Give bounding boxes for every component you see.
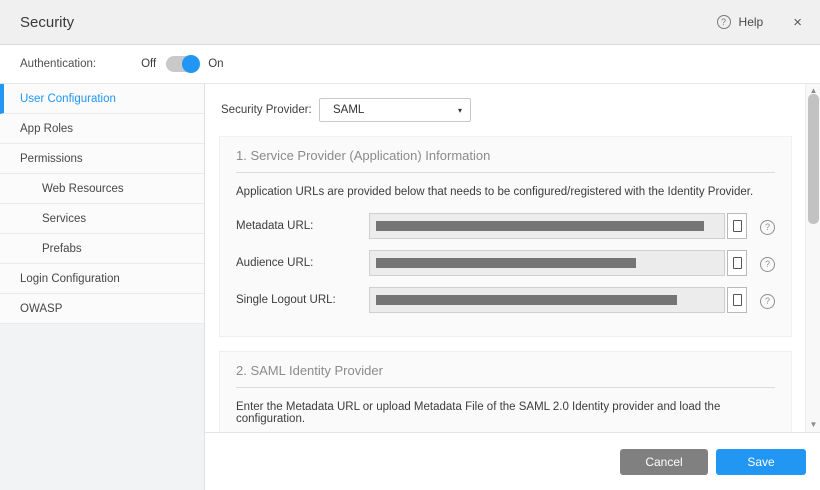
- section-description: Application URLs are provided below that…: [236, 186, 775, 198]
- metadata-url-label: Metadata URL:: [236, 220, 369, 232]
- cancel-button[interactable]: Cancel: [620, 449, 708, 475]
- sidebar-item-user-configuration[interactable]: User Configuration: [0, 84, 204, 114]
- scroll-down-icon[interactable]: ▼: [806, 418, 820, 432]
- url-fields: Metadata URL: ? Audience URL:: [236, 213, 775, 313]
- dialog-titlebar: Security ? Help ×: [0, 0, 820, 45]
- copy-icon[interactable]: [727, 213, 747, 239]
- section-description: Enter the Metadata URL or upload Metadat…: [236, 401, 775, 425]
- help-icon: ?: [760, 294, 775, 309]
- sidebar-item-prefabs[interactable]: Prefabs: [0, 234, 204, 264]
- metadata-url-field[interactable]: [369, 213, 725, 239]
- sidebar-item-services[interactable]: Services: [0, 204, 204, 234]
- help-link[interactable]: Help: [739, 15, 764, 29]
- clipboard-icon: [733, 220, 742, 232]
- page-title: Security: [20, 14, 74, 31]
- chevron-down-icon: ▾: [458, 106, 462, 115]
- help-icon: ?: [760, 257, 775, 272]
- dialog-body: User Configuration App Roles Permissions…: [0, 84, 820, 490]
- authentication-toggle[interactable]: [166, 56, 198, 72]
- clipboard-icon: [733, 294, 742, 306]
- single-logout-url-row: Single Logout URL: ?: [236, 287, 775, 313]
- clipboard-icon: [733, 257, 742, 269]
- security-provider-value: SAML: [333, 104, 458, 116]
- toggle-off-label: Off: [141, 58, 156, 70]
- audience-url-label: Audience URL:: [236, 257, 369, 269]
- audience-url-field[interactable]: [369, 250, 725, 276]
- titlebar-actions: ? Help ×: [717, 15, 802, 30]
- sidebar-item-owasp[interactable]: OWASP: [0, 294, 204, 324]
- settings-sidebar: User Configuration App Roles Permissions…: [0, 84, 205, 490]
- copy-icon[interactable]: [727, 250, 747, 276]
- sidebar-item-permissions[interactable]: Permissions: [0, 144, 204, 174]
- security-provider-row: Security Provider: SAML ▾: [221, 98, 792, 122]
- scrollbar-thumb[interactable]: [808, 94, 819, 224]
- toggle-on-label: On: [208, 58, 223, 70]
- section-heading: 1. Service Provider (Application) Inform…: [236, 148, 775, 173]
- single-logout-url-field[interactable]: [369, 287, 725, 313]
- single-logout-url-help[interactable]: ?: [760, 291, 775, 309]
- security-provider-label: Security Provider:: [221, 104, 319, 116]
- settings-scroll-area: Security Provider: SAML ▾ 1. Service Pro…: [205, 84, 820, 432]
- metadata-url-row: Metadata URL: ?: [236, 213, 775, 239]
- sidebar-item-login-configuration[interactable]: Login Configuration: [0, 264, 204, 294]
- help-icon[interactable]: ?: [717, 15, 731, 29]
- metadata-url-help[interactable]: ?: [760, 217, 775, 235]
- help-icon: ?: [760, 220, 775, 235]
- close-icon[interactable]: ×: [793, 15, 802, 30]
- section-saml-identity-provider: 2. SAML Identity Provider Enter the Meta…: [219, 351, 792, 432]
- toggle-knob: [182, 55, 200, 73]
- security-dialog: Security ? Help × Authentication: Off On…: [0, 0, 820, 490]
- audience-url-help[interactable]: ?: [760, 254, 775, 272]
- save-button[interactable]: Save: [716, 449, 806, 475]
- settings-content: Security Provider: SAML ▾ 1. Service Pro…: [205, 84, 805, 432]
- audience-url-row: Audience URL: ?: [236, 250, 775, 276]
- sidebar-item-web-resources[interactable]: Web Resources: [0, 174, 204, 204]
- authentication-label: Authentication:: [20, 58, 96, 70]
- sidebar-item-app-roles[interactable]: App Roles: [0, 114, 204, 144]
- authentication-bar: Authentication: Off On: [0, 45, 820, 84]
- section-heading: 2. SAML Identity Provider: [236, 363, 775, 388]
- single-logout-url-label: Single Logout URL:: [236, 294, 369, 306]
- dialog-footer: Cancel Save: [205, 432, 820, 490]
- security-provider-select[interactable]: SAML ▾: [319, 98, 471, 122]
- copy-icon[interactable]: [727, 287, 747, 313]
- section-service-provider-info: 1. Service Provider (Application) Inform…: [219, 136, 792, 337]
- redacted-value: [376, 258, 636, 268]
- main-column: Security Provider: SAML ▾ 1. Service Pro…: [205, 84, 820, 490]
- redacted-value: [376, 221, 704, 231]
- vertical-scrollbar[interactable]: ▲ ▼: [805, 84, 820, 432]
- redacted-value: [376, 295, 677, 305]
